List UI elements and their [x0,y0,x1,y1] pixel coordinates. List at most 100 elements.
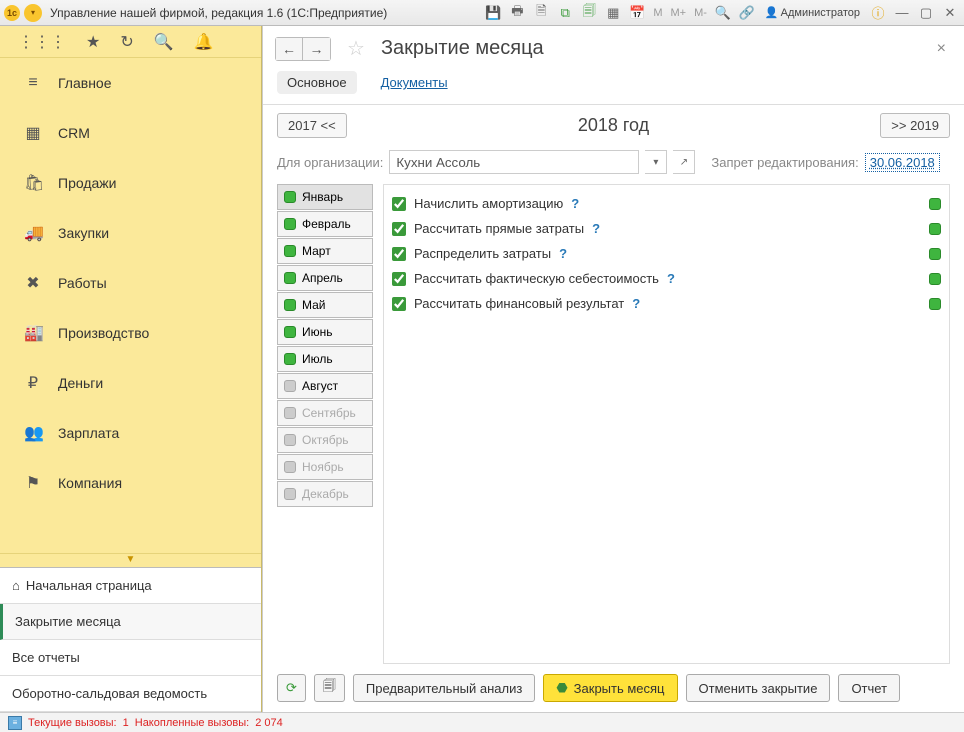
nav-label: CRM [58,125,90,141]
subtab-documents[interactable]: Документы [371,71,458,94]
status-icon[interactable]: ≡ [8,716,22,730]
month-4[interactable]: Май [277,292,373,318]
task-label: Начислить амортизацию [414,196,563,211]
lock-date-link[interactable]: 30.06.2018 [865,153,940,172]
sidebar-collapse[interactable]: ▼ [0,553,261,567]
task-label: Распределить затраты [414,246,551,261]
nav-label: Компания [58,475,122,491]
task-checkbox[interactable] [392,297,406,311]
subtab-main[interactable]: Основное [277,71,357,94]
month-label: Октябрь [302,433,349,447]
preview-icon[interactable]: 🗎 [531,3,551,23]
task-row-3: Рассчитать фактическую себестоимость ? [392,266,941,291]
apps-icon[interactable]: ⋮⋮⋮ [18,32,66,52]
nav-icon: 🏭 [24,323,42,343]
org-input[interactable] [389,150,639,174]
sidebar-toolbar: ⋮⋮⋮ ★ ↻ 🔍 🔔 [0,26,261,58]
month-9[interactable]: Октябрь [277,427,373,453]
refresh-button[interactable]: ⟳ [277,674,306,702]
org-dropdown-button[interactable]: ▾ [645,150,667,174]
save-icon[interactable]: 💾 [483,3,503,23]
help-icon[interactable]: ? [592,221,600,236]
open-tab-2[interactable]: Все отчеты [0,640,261,676]
help-icon[interactable]: ? [667,271,675,286]
month-2[interactable]: Март [277,238,373,264]
maximize-icon[interactable]: ▢ [916,3,936,23]
history-icon[interactable]: ↻ [120,32,133,52]
user-label[interactable]: 👤 Администратор [761,6,864,19]
minimize-icon[interactable]: — [892,3,912,23]
nav-item-5[interactable]: 🏭Производство [0,308,261,358]
cancel-close-button[interactable]: Отменить закрытие [686,674,831,702]
nav-back-button[interactable]: ← [275,37,303,61]
nav-item-6[interactable]: ₽Деньги [0,358,261,408]
nav-item-4[interactable]: ✖ Работы [0,258,261,308]
m-button[interactable]: M [651,7,664,19]
month-status-icon [284,488,296,500]
info-icon[interactable]: ⓘ [868,3,888,23]
calculator-icon[interactable]: ▦ [603,3,623,23]
month-1[interactable]: Февраль [277,211,373,237]
task-checkbox[interactable] [392,222,406,236]
nav-item-3[interactable]: 🚚Закупки [0,208,261,258]
app-menu-dropdown[interactable]: ▾ [24,4,42,22]
help-icon[interactable]: ? [571,196,579,211]
m-plus-button[interactable]: M+ [669,7,689,19]
month-0[interactable]: Январь [277,184,373,210]
close-month-button[interactable]: ⬣Закрыть месяц [543,674,677,702]
month-11[interactable]: Декабрь [277,481,373,507]
copy-button[interactable]: 🗐 [314,674,345,702]
nav-icon: ✖ [24,273,42,293]
calendar-icon[interactable]: 📅 [627,3,647,23]
favorite-icon[interactable]: ☆ [347,36,365,61]
preview-analysis-button[interactable]: Предварительный анализ [353,674,535,702]
current-calls-value: 1 [123,717,129,729]
next-year-button[interactable]: >> 2019 [880,113,950,138]
tab-label: Все отчеты [12,650,80,665]
month-5[interactable]: Июнь [277,319,373,345]
print-icon[interactable]: 🖶 [507,3,527,23]
month-3[interactable]: Апрель [277,265,373,291]
nav-item-8[interactable]: ⚑Компания [0,458,261,508]
month-8[interactable]: Сентябрь [277,400,373,426]
tab-label: Начальная страница [26,578,152,593]
bell-icon[interactable]: 🔔 [194,32,214,52]
open-tab-3[interactable]: Оборотно-сальдовая ведомость [0,676,261,712]
copy-icon[interactable]: 🗐 [579,3,599,23]
nav-icon: ▦ [24,123,42,143]
task-checkbox[interactable] [392,247,406,261]
task-checkbox[interactable] [392,197,406,211]
org-open-button[interactable]: ↗ [673,150,695,174]
close-page-icon[interactable]: × [931,40,952,58]
nav-icon: 👥 [24,423,42,443]
report-button[interactable]: Отчет [838,674,900,702]
help-icon[interactable]: ? [632,296,640,311]
month-10[interactable]: Ноябрь [277,454,373,480]
task-row-0: Начислить амортизацию ? [392,191,941,216]
nav-label: Работы [58,275,107,291]
zoom-icon[interactable]: 🔍 [713,3,733,23]
month-6[interactable]: Июль [277,346,373,372]
year-selector: 2017 << 2018 год >> 2019 [263,105,964,146]
open-tab-0[interactable]: ⌂Начальная страница [0,568,261,604]
nav-forward-button[interactable]: → [303,37,331,61]
task-label: Рассчитать фактическую себестоимость [414,271,659,286]
nav-item-1[interactable]: ▦ CRM [0,108,261,158]
open-tab-1[interactable]: Закрытие месяца [0,604,261,640]
nav-item-7[interactable]: 👥 Зарплата [0,408,261,458]
compare-icon[interactable]: ⧉ [555,3,575,23]
link-icon[interactable]: 🔗 [737,3,757,23]
status-bar: ≡ Текущие вызовы: 1 Накопленные вызовы: … [0,712,964,732]
close-window-icon[interactable]: ✕ [940,3,960,23]
m-minus-button[interactable]: M- [692,7,709,19]
sidebar-nav: ≡Главное ▦ CRM 🛍Продажи🚚Закупки ✖ Работы 🏭Прои… [0,58,261,553]
search-icon[interactable]: 🔍 [154,32,174,52]
star-icon[interactable]: ★ [86,32,100,52]
nav-item-2[interactable]: 🛍Продажи [0,158,261,208]
task-checkbox[interactable] [392,272,406,286]
help-icon[interactable]: ? [559,246,567,261]
month-7[interactable]: Август [277,373,373,399]
nav-label: Зарплата [58,425,119,441]
nav-item-0[interactable]: ≡Главное [0,58,261,108]
prev-year-button[interactable]: 2017 << [277,113,347,138]
